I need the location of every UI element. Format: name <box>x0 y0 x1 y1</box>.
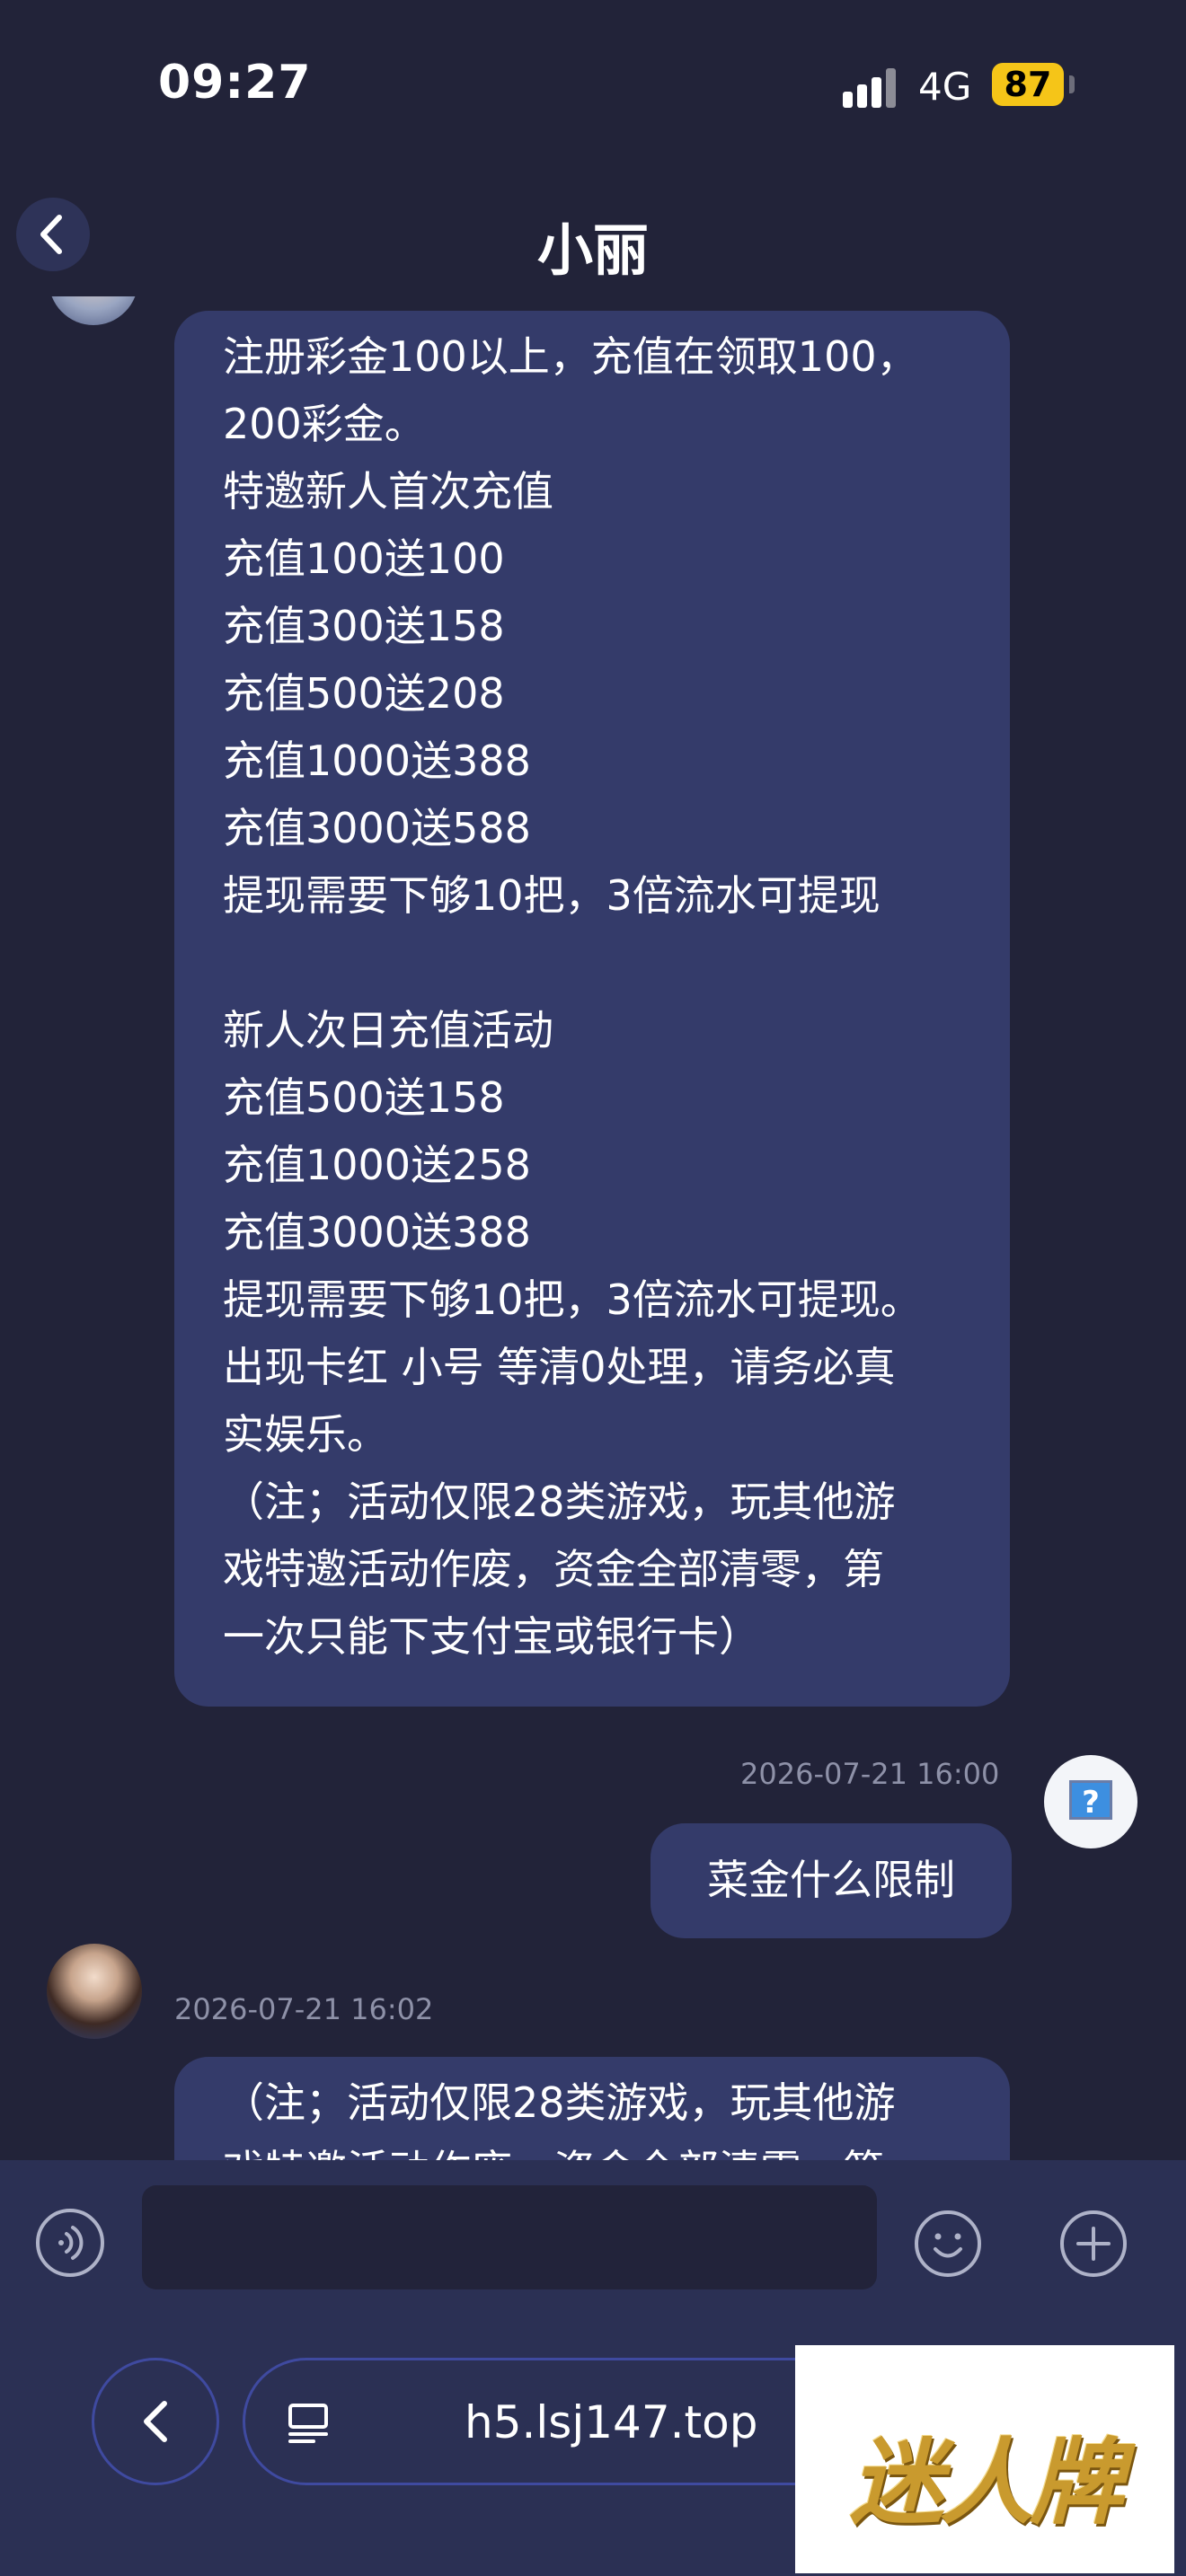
url-text: h5.lsj147.top <box>465 2396 758 2448</box>
status-time: 09:27 <box>158 56 312 110</box>
message-input[interactable] <box>142 2185 877 2289</box>
avatar[interactable] <box>47 1944 142 2039</box>
message-bubble-incoming[interactable]: 注册彩金100以上，充值在领取100， 200彩金。 特邀新人首次充值 充值10… <box>174 311 1010 1707</box>
status-bar: 09:27 4G 87 <box>0 0 1186 171</box>
message-bubble-incoming[interactable]: （注；活动仅限28类游戏，玩其他游 戏特邀活动作废，资金全部清零，第 <box>174 2057 1010 2160</box>
network-type: 4G <box>918 65 972 109</box>
message-bubble-outgoing[interactable]: 菜金什么限制 <box>651 1823 1012 1938</box>
voice-button[interactable] <box>36 2209 104 2277</box>
nav-bar: 小丽 <box>0 171 1186 305</box>
message-timestamp: 2026-07-21 16:00 <box>740 1757 1000 1791</box>
plus-icon <box>1060 2210 1127 2277</box>
chevron-left-icon <box>144 2401 167 2442</box>
voice-icon <box>58 2226 84 2260</box>
battery-icon: 87 <box>992 63 1064 106</box>
watermark-text: 迷人牌 <box>849 2427 1123 2537</box>
emoji-button[interactable] <box>913 2209 983 2279</box>
avatar-self[interactable]: ? <box>1044 1755 1137 1848</box>
plus-button[interactable] <box>1058 2209 1128 2279</box>
avatar[interactable] <box>49 296 138 325</box>
url-bar[interactable]: h5.lsj147.top <box>243 2358 890 2485</box>
message-text: 菜金什么限制 <box>707 1856 955 1904</box>
menu-icon <box>288 2404 328 2443</box>
signal-icon <box>843 66 898 108</box>
battery-tip <box>1069 75 1075 93</box>
chat-area[interactable]: 注册彩金100以上，充值在领取100， 200彩金。 特邀新人首次充值 充值10… <box>0 296 1186 2160</box>
watermark: 迷人牌 <box>795 2345 1174 2573</box>
message-timestamp: 2026-07-21 16:02 <box>174 1992 434 2026</box>
emoji-icon <box>915 2210 981 2277</box>
page-title: 小丽 <box>536 217 649 283</box>
message-text: （注；活动仅限28类游戏，玩其他游 戏特邀活动作废，资金全部清零，第 <box>223 2078 896 2160</box>
browser-bar: h5.lsj147.top 迷人牌 <box>0 2322 1186 2576</box>
input-bar <box>0 2160 1186 2322</box>
message-text: 注册彩金100以上，充值在领取100， 200彩金。 特邀新人首次充值 充值10… <box>223 332 922 1661</box>
placeholder-avatar-icon: ? <box>1069 1780 1112 1821</box>
browser-back-button[interactable] <box>92 2358 219 2485</box>
